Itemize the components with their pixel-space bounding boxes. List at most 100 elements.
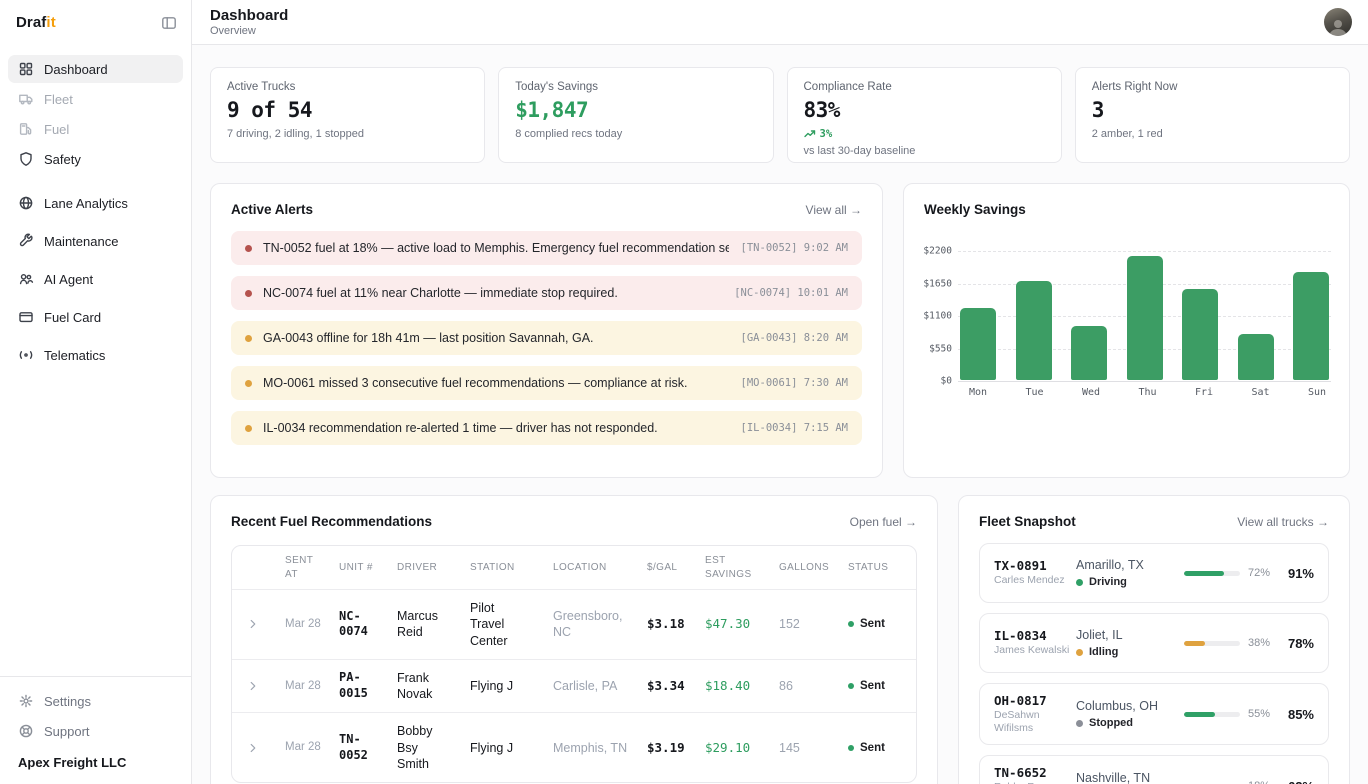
alert-tag: [MO-0061] 7:30 AM: [741, 377, 848, 389]
alert-item[interactable]: TN-0052 fuel at 18% — active load to Mem…: [231, 231, 862, 265]
sidebar-item-label: Telematics: [44, 348, 105, 363]
fleet-driver: DeSahwn Wifilsms: [994, 709, 1076, 735]
cell-driver: Frank Novak: [397, 660, 470, 713]
chevron-right-icon[interactable]: [246, 679, 285, 693]
wrench-icon: [18, 233, 34, 249]
fleet-location: Amarillo, TX: [1076, 558, 1184, 572]
trending-up-icon: [804, 125, 816, 143]
company-name: Apex Freight LLC: [8, 747, 183, 770]
table-row[interactable]: Mar 28 TN-0052 Bobby Bsy Smith Flying J …: [232, 713, 916, 782]
bar-fri[interactable]: [1182, 289, 1218, 380]
sidebar-nav: Dashboard Fleet Fuel Safety Lane Analyti…: [0, 45, 191, 371]
status-label: Sent: [860, 680, 885, 692]
fuel-level: 55%: [1184, 708, 1274, 720]
sidebar-item-fuel-card[interactable]: Fuel Card: [8, 303, 183, 331]
open-fuel-link[interactable]: Open fuel →: [850, 515, 917, 529]
alerts-view-all-link[interactable]: View all →: [806, 203, 862, 217]
fleet-score: 78%: [1274, 636, 1314, 651]
chart-plot-area: [958, 251, 1331, 381]
fuel-level: 38%: [1184, 637, 1274, 649]
chart-panel-header: Weekly Savings: [904, 184, 1349, 229]
alert-tag: [IL-0034] 7:15 AM: [741, 422, 848, 434]
fuel-percent: 38%: [1248, 637, 1270, 649]
view-all-trucks-link[interactable]: View all trucks →: [1237, 515, 1329, 529]
bar-tue[interactable]: [1016, 281, 1052, 380]
user-avatar[interactable]: [1324, 8, 1352, 36]
bar-wed[interactable]: [1071, 326, 1107, 380]
sidebar-item-label: Maintenance: [44, 234, 118, 249]
fuel-level: 72%: [1184, 567, 1274, 579]
fleet-item[interactable]: TN-6652 Robby Ray Smith Nashville, TN Dr…: [979, 755, 1329, 784]
sidebar-item-dashboard[interactable]: Dashboard: [8, 55, 183, 83]
fleet-location-block: Columbus, OH Stopped: [1076, 699, 1184, 729]
cell-station: Flying J: [470, 730, 553, 766]
status-dot: [1076, 720, 1083, 727]
sidebar-item-lane-analytics[interactable]: Lane Analytics: [8, 189, 183, 217]
sidebar-item-label: AI Agent: [44, 272, 93, 287]
x-tick: Tue: [1017, 387, 1053, 398]
bar-thu[interactable]: [1127, 256, 1163, 380]
fleet-score: 91%: [1274, 566, 1314, 581]
chart-title: Weekly Savings: [924, 202, 1026, 217]
cell-location: Carlisle, PA: [553, 668, 647, 704]
status-dot: [1076, 579, 1083, 586]
x-tick: Sat: [1243, 387, 1279, 398]
bar-sat[interactable]: [1238, 334, 1274, 380]
cell-est-savings: $47.30: [705, 606, 779, 642]
sidebar-item-support[interactable]: Support: [8, 717, 183, 745]
sidebar-item-telematics[interactable]: Telematics: [8, 341, 183, 369]
fleet-item[interactable]: OH-0817 DeSahwn Wifilsms Columbus, OH St…: [979, 683, 1329, 745]
col-location: LOCATION: [553, 553, 647, 583]
alert-message: GA-0043 offline for 18h 41m — last posit…: [263, 331, 729, 345]
page-title: Dashboard: [210, 7, 288, 25]
fuel-bar: [1184, 571, 1240, 576]
fleet-item[interactable]: IL-0834 James Kewalski Joliet, IL Idling…: [979, 613, 1329, 673]
status-dot: [848, 745, 854, 751]
cell-location: Memphis, TN: [553, 730, 647, 766]
sidebar-item-label: Settings: [44, 694, 91, 709]
fleet-unit-block: TX-0891 Carles Mendez: [994, 558, 1076, 587]
chevron-right-icon[interactable]: [246, 617, 285, 631]
alert-tag: [NC-0074] 10:01 AM: [734, 287, 848, 299]
cell-gallons: 145: [779, 730, 848, 766]
alert-severity-dot: [245, 290, 252, 297]
x-tick: Thu: [1130, 387, 1166, 398]
col-status: STATUS: [848, 553, 916, 583]
alert-item[interactable]: MO-0061 missed 3 consecutive fuel recomm…: [231, 366, 862, 400]
sidebar-item-fuel[interactable]: Fuel: [8, 115, 183, 143]
bar-sun[interactable]: [1293, 272, 1329, 380]
fleet-unit: TN-6652: [994, 765, 1076, 780]
alert-item[interactable]: NC-0074 fuel at 11% near Charlotte — imm…: [231, 276, 862, 310]
col-sent-at: SENT AT: [285, 546, 339, 589]
fleet-title: Fleet Snapshot: [979, 514, 1076, 529]
sidebar-collapse-icon[interactable]: [161, 15, 177, 31]
alert-item[interactable]: GA-0043 offline for 18h 41m — last posit…: [231, 321, 862, 355]
bar-mon[interactable]: [960, 308, 996, 380]
status-dot: [848, 683, 854, 689]
sidebar-item-settings[interactable]: Settings: [8, 687, 183, 715]
main-area: Dashboard Overview Active Trucks 9 of 54…: [192, 0, 1368, 784]
fuel-recs-table: SENT AT UNIT # DRIVER STATION LOCATION $…: [231, 545, 917, 783]
y-tick: $0: [941, 376, 952, 387]
stat-card-todays-savings: Today's Savings $1,847 8 complied recs t…: [498, 67, 773, 163]
cell-status: Sent: [848, 742, 916, 754]
sidebar-item-maintenance[interactable]: Maintenance: [8, 227, 183, 255]
sidebar-item-safety[interactable]: Safety: [8, 145, 183, 173]
app-logo: Drafit: [16, 14, 56, 31]
stat-value: 9 of 54: [227, 98, 468, 122]
table-row[interactable]: Mar 28 NC-0074 Marcus Reid Pilot Travel …: [232, 590, 916, 660]
header-titles: Dashboard Overview: [210, 7, 288, 37]
col-unit: UNIT #: [339, 553, 397, 583]
fleet-location: Columbus, OH: [1076, 699, 1184, 713]
sidebar-item-ai-agent[interactable]: AI Agent: [8, 265, 183, 293]
stat-value: $1,847: [515, 98, 756, 122]
lifebuoy-icon: [18, 723, 34, 739]
table-row[interactable]: Mar 28 PA-0015 Frank Novak Flying J Carl…: [232, 660, 916, 714]
sidebar-item-fleet[interactable]: Fleet: [8, 85, 183, 113]
chevron-right-icon[interactable]: [246, 741, 285, 755]
fleet-item[interactable]: TX-0891 Carles Mendez Amarillo, TX Drivi…: [979, 543, 1329, 603]
cell-location: Greensboro, NC: [553, 598, 647, 651]
app-window: Drafit Dashboard Fleet Fuel Safety: [0, 0, 1368, 784]
alert-item[interactable]: IL-0034 recommendation re-alerted 1 time…: [231, 411, 862, 445]
chart-y-axis: $2200 $1650 $1100 $550 $0: [916, 251, 958, 381]
